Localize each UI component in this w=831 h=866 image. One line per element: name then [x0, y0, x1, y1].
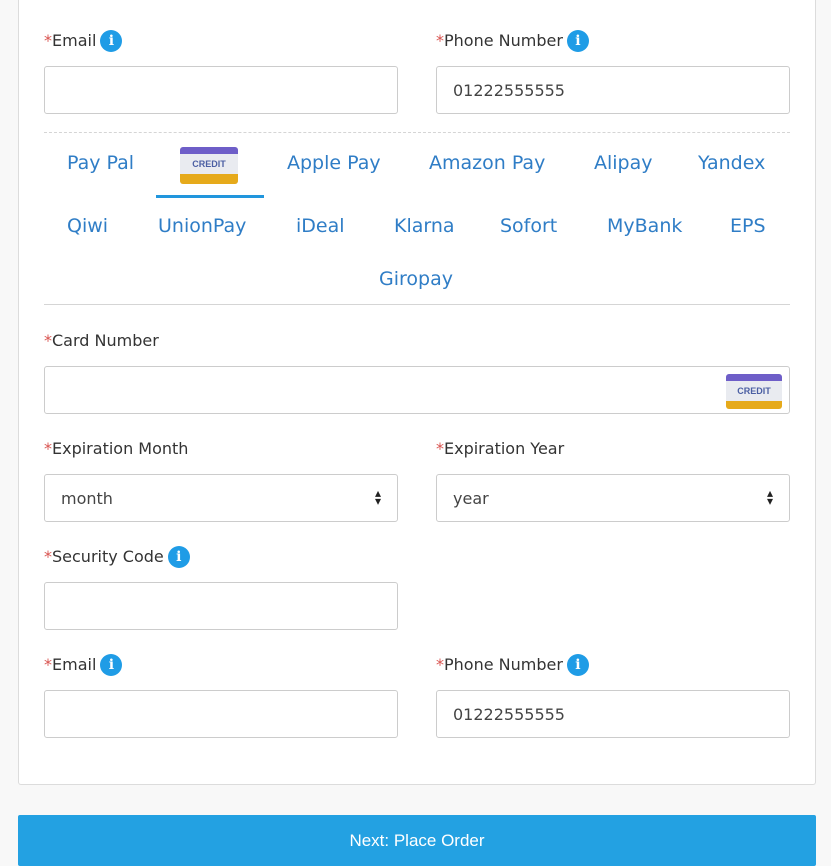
tab-apple-pay[interactable]: Apple Pay [287, 150, 381, 176]
tab-mybank[interactable]: MyBank [607, 213, 682, 239]
security-code-label: * Security Code i [44, 546, 190, 568]
exp-month-select[interactable]: month ▴ ▾ [44, 474, 398, 522]
exp-month-label: * Expiration Month [44, 439, 189, 458]
tab-qiwi[interactable]: Qiwi [67, 213, 108, 239]
divider [44, 132, 790, 133]
phone-input[interactable]: 01222555555 [436, 66, 790, 114]
tab-giropay[interactable]: Giropay [379, 266, 453, 292]
tab-klarna[interactable]: Klarna [394, 213, 455, 239]
tab-alipay[interactable]: Alipay [594, 150, 653, 176]
next-place-order-button[interactable]: Next: Place Order [18, 815, 816, 866]
tab-yandex[interactable]: Yandex [698, 150, 765, 176]
info-icon[interactable]: i [100, 654, 123, 676]
tab-ideal[interactable]: iDeal [296, 213, 345, 239]
security-code-input[interactable] [44, 582, 398, 630]
tab-amazon-pay[interactable]: Amazon Pay [429, 150, 545, 176]
phone-input[interactable]: 01222555555 [436, 690, 790, 738]
credit-card-icon: CREDIT [726, 374, 782, 409]
exp-year-select[interactable]: year ▴ ▾ [436, 474, 790, 522]
tab-paypal[interactable]: Pay Pal [67, 150, 134, 176]
info-icon[interactable]: i [566, 654, 589, 676]
email-input[interactable] [44, 690, 398, 738]
tab-unionpay[interactable]: UnionPay [158, 213, 246, 239]
info-icon[interactable]: i [566, 30, 589, 52]
email-label: * Email i [44, 30, 123, 52]
credit-card-icon[interactable]: CREDIT [180, 147, 238, 184]
email-label: * Email i [44, 654, 123, 676]
sort-arrows-icon: ▴ ▾ [374, 486, 381, 508]
card-number-label: * Card Number [44, 331, 159, 350]
tab-eps[interactable]: EPS [730, 213, 766, 239]
info-icon[interactable]: i [100, 30, 123, 52]
tab-sofort[interactable]: Sofort [500, 213, 557, 239]
email-input[interactable] [44, 66, 398, 114]
exp-year-label: * Expiration Year [436, 439, 565, 458]
phone-label: * Phone Number i [436, 30, 589, 52]
divider [44, 304, 790, 305]
card-number-input[interactable] [44, 366, 790, 414]
sort-arrows-icon: ▴ ▾ [766, 486, 773, 508]
phone-label: * Phone Number i [436, 654, 589, 676]
info-icon[interactable]: i [167, 546, 190, 568]
